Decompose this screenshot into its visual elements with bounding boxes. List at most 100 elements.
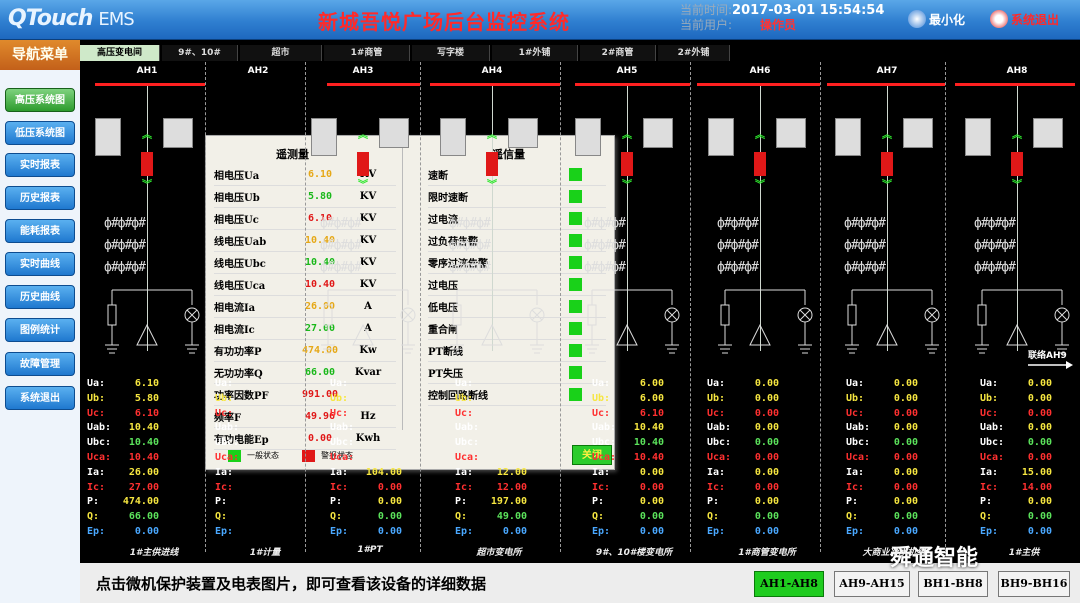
tab-3[interactable]: 超市 <box>240 45 322 61</box>
current-transformer-icon: ф#ф#ф# ф#ф#ф# ф#ф#ф# <box>320 216 362 275</box>
breaker-icon[interactable] <box>141 152 153 176</box>
nav-item-7[interactable]: 历史曲线 <box>5 285 75 309</box>
power-meter-icon[interactable] <box>379 118 409 148</box>
reading-value: 10.40 <box>128 451 159 463</box>
reading-row: Ic: 0.00 <box>846 481 918 496</box>
protection-relay-icon[interactable] <box>965 118 991 156</box>
reading-value: 0.00 <box>377 496 402 508</box>
tab-8[interactable]: 2#外铺 <box>658 45 730 61</box>
protection-relay-icon[interactable] <box>835 118 861 156</box>
reading-row: Ia: 0.00 <box>846 466 918 481</box>
readings-ah7: Ua: 0.00 Ub: 0.00 Uc: 0.00 Uab: 0.00 Ubc: 0.00 Uca… <box>846 377 918 540</box>
reading-key: P: <box>87 496 100 508</box>
nav-item-10[interactable]: 系统退出 <box>5 386 75 410</box>
column-divider <box>560 62 561 552</box>
reading-row: Q: 0.00 <box>707 510 779 525</box>
tab-5[interactable]: 写字楼 <box>412 45 490 61</box>
reading-row: Ubc: 0.00 <box>980 436 1052 451</box>
tab-4[interactable]: 1#商管 <box>324 45 410 61</box>
reading-key: Ubc: <box>330 437 355 449</box>
power-meter-icon[interactable] <box>776 118 806 148</box>
current-transformer-icon: ф#ф#ф# ф#ф#ф# ф#ф#ф# <box>974 216 1016 275</box>
power-meter-icon[interactable] <box>508 118 538 148</box>
reading-key: Uab: <box>592 422 617 434</box>
power-meter-icon[interactable] <box>163 118 193 148</box>
reading-key: Uca: <box>846 451 871 463</box>
closed-arrow-icon: ︾ <box>358 180 368 191</box>
busbar <box>575 83 690 86</box>
status-indicator <box>569 300 582 313</box>
reading-row: Uca: <box>330 451 402 466</box>
reading-key: Ic: <box>592 481 611 493</box>
protection-relay-icon[interactable] <box>311 118 337 156</box>
reading-value: 10.40 <box>633 437 664 449</box>
closed-arrow-icon: ︽ <box>358 130 368 141</box>
reading-value <box>247 421 287 436</box>
nav-item-9[interactable]: 故障管理 <box>5 352 75 376</box>
tab-7[interactable]: 2#商管 <box>580 45 656 61</box>
breaker-icon[interactable] <box>754 152 766 176</box>
reading-row: Uca: 0.00 <box>846 451 918 466</box>
nav-item-6[interactable]: 实时曲线 <box>5 252 75 276</box>
reading-key: Ic: <box>846 481 865 493</box>
reading-key: Uca: <box>215 451 240 463</box>
reading-value <box>247 451 287 466</box>
reading-key: P: <box>846 496 859 508</box>
reading-row: Uca: 0.00 <box>707 451 779 466</box>
reading-value: 0.00 <box>639 481 664 493</box>
nav-item-1[interactable]: 高压系统图 <box>5 88 75 112</box>
minimize-button[interactable]: 最小化 <box>908 10 965 28</box>
column-name: 1#PT <box>357 545 383 555</box>
power-meter-icon[interactable] <box>643 118 673 148</box>
reading-row: Ic: 0.00 <box>592 481 664 496</box>
power-meter-icon[interactable] <box>903 118 933 148</box>
tab-6[interactable]: 1#外铺 <box>492 45 578 61</box>
reading-row: Ubc: 10.40 <box>592 436 664 451</box>
tab-1[interactable]: 高压变电间 <box>80 45 160 61</box>
nav-item-2[interactable]: 低压系统图 <box>5 121 75 145</box>
nav-item-8[interactable]: 图例统计 <box>5 318 75 342</box>
reading-key: Ua: <box>215 378 234 389</box>
reading-row: Ep: 0.00 <box>455 525 527 540</box>
tab-2[interactable]: 9#、10# <box>162 45 238 61</box>
breaker-icon[interactable] <box>621 152 633 176</box>
reading-value <box>362 407 402 422</box>
reading-value: 0.00 <box>639 466 664 478</box>
protection-relay-icon[interactable] <box>440 118 466 156</box>
protection-relay-icon[interactable] <box>575 118 601 156</box>
reading-row: Ep: 0.00 <box>592 525 664 540</box>
reading-value: 0.00 <box>1027 392 1052 404</box>
reading-value: 0.00 <box>893 496 918 508</box>
reading-row: Uc: 0.00 <box>980 407 1052 422</box>
breaker-icon[interactable] <box>1011 152 1023 176</box>
telesignal-row: 限时速断 <box>428 186 606 208</box>
breaker-icon[interactable] <box>357 152 369 176</box>
telemetry-unit: KV <box>359 191 377 202</box>
reading-value: 0.00 <box>893 481 918 493</box>
page-button-4[interactable]: BH9-BH16 <box>998 571 1070 597</box>
breaker-icon[interactable] <box>486 152 498 176</box>
reading-value <box>362 451 402 466</box>
reading-key: Ep: <box>980 525 999 537</box>
reading-value <box>247 436 287 451</box>
reading-value: 0.00 <box>502 525 527 537</box>
reading-key: Uab: <box>215 422 240 434</box>
minimize-icon <box>908 10 926 28</box>
reading-value: 0.00 <box>639 525 664 537</box>
reading-value <box>247 466 287 481</box>
page-button-3[interactable]: BH1-BH8 <box>918 571 988 597</box>
protection-relay-icon[interactable] <box>95 118 121 156</box>
readings-ah8: Ua: 0.00 Ub: 0.00 Uc: 0.00 Uab: 0.00 Ubc: 0.00 Uca… <box>980 377 1052 540</box>
power-meter-icon[interactable] <box>1033 118 1063 148</box>
reading-key: Uca: <box>707 451 732 463</box>
page-button-2[interactable]: AH9-AH15 <box>834 571 910 597</box>
exit-button[interactable]: 系统退出 <box>990 10 1059 28</box>
nav-item-5[interactable]: 能耗报表 <box>5 219 75 243</box>
protection-relay-icon[interactable] <box>708 118 734 156</box>
nav-item-4[interactable]: 历史报表 <box>5 186 75 210</box>
nav-item-3[interactable]: 实时报表 <box>5 153 75 177</box>
page-button-1[interactable]: AH1-AH8 <box>754 571 824 597</box>
telemetry-value: 5.80 <box>307 191 333 202</box>
reading-value: 0.00 <box>893 511 918 523</box>
breaker-icon[interactable] <box>881 152 893 176</box>
